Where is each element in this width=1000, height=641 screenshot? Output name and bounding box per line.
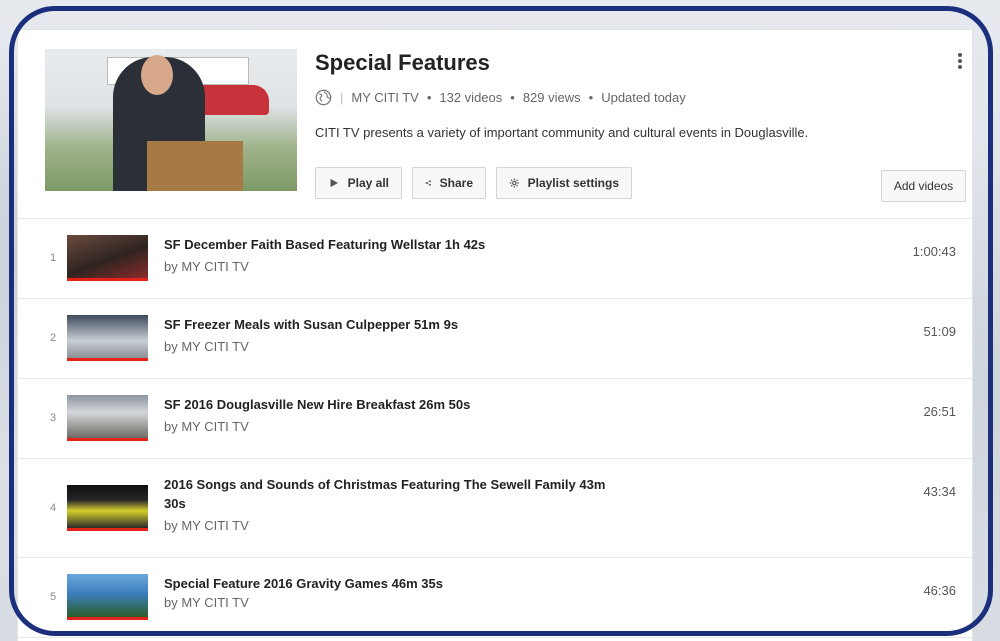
- rounded-frame-border: [9, 6, 993, 636]
